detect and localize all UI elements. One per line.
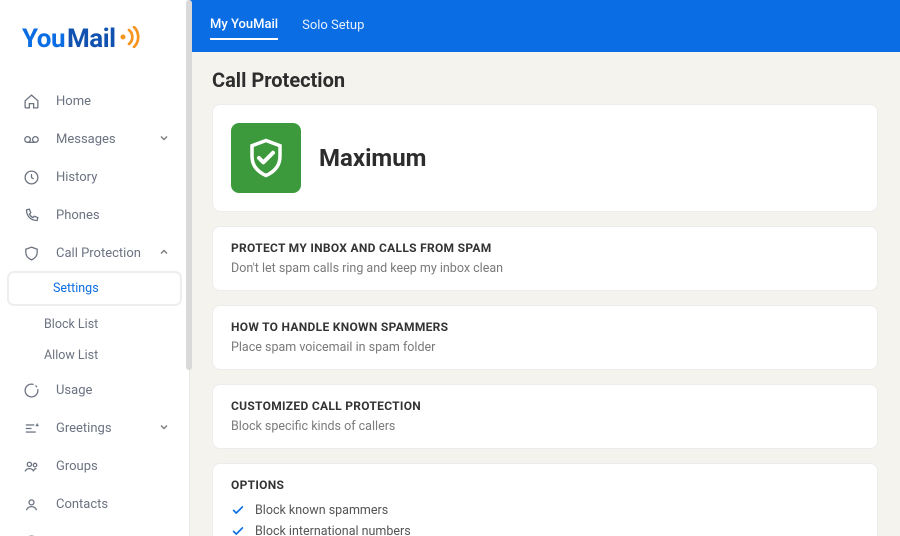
section-options: OPTIONS Block known spammers Block inter… [212, 463, 878, 536]
option-text: Block known spammers [255, 503, 388, 518]
section-subtext: Place spam voicemail in spam folder [231, 340, 859, 355]
page-title: Call Protection [212, 68, 878, 92]
check-icon [231, 503, 245, 517]
sidebar-item-messages[interactable]: Messages [0, 120, 189, 158]
sidebar: YouMail Home [0, 0, 190, 536]
option-text: Block international numbers [255, 524, 411, 536]
chevron-down-icon [159, 421, 169, 436]
tab-label: My YouMail [210, 17, 278, 32]
sub-label: Settings [53, 281, 99, 296]
sidebar-item-call-protection[interactable]: Call Protection [0, 234, 189, 272]
logo-broadcast-icon [119, 26, 145, 52]
sidebar-item-usage[interactable]: Usage [0, 371, 189, 409]
clock-icon [22, 168, 40, 186]
option-block-known-spammers: Block known spammers [231, 500, 859, 521]
sidebar-item-conferences[interactable]: Conferences [0, 523, 189, 536]
sidebar-nav: Home Messages History [0, 82, 189, 536]
section-protect-inbox[interactable]: PROTECT MY INBOX AND CALLS FROM SPAM Don… [212, 226, 878, 291]
topbar: My YouMail Solo Setup [190, 0, 900, 52]
groups-icon [22, 457, 40, 475]
sidebar-subitem-block-list[interactable]: Block List [0, 309, 189, 340]
sidebar-item-contacts[interactable]: Contacts [0, 485, 189, 523]
sidebar-item-phones[interactable]: Phones [0, 196, 189, 234]
scroll-track [186, 0, 192, 536]
section-heading: CUSTOMIZED CALL PROTECTION [231, 399, 859, 413]
section-subtext: Block specific kinds of callers [231, 419, 859, 434]
sidebar-item-label: Contacts [56, 497, 108, 512]
contact-icon [22, 495, 40, 513]
check-icon [231, 524, 245, 536]
sidebar-subitem-settings[interactable]: Settings [8, 272, 181, 305]
section-custom-protection[interactable]: CUSTOMIZED CALL PROTECTION Block specifi… [212, 384, 878, 449]
section-heading: HOW TO HANDLE KNOWN SPAMMERS [231, 320, 859, 334]
voicemail-icon [22, 130, 40, 148]
shield-icon [22, 244, 40, 262]
chevron-up-icon [159, 246, 169, 261]
main-column: My YouMail Solo Setup Call Protection Ma… [190, 0, 900, 536]
home-icon [22, 92, 40, 110]
sidebar-item-greetings[interactable]: Greetings [0, 409, 189, 447]
sidebar-item-label: Call Protection [56, 246, 141, 261]
section-heading: PROTECT MY INBOX AND CALLS FROM SPAM [231, 241, 859, 255]
sidebar-item-home[interactable]: Home [0, 82, 189, 120]
section-known-spammers[interactable]: HOW TO HANDLE KNOWN SPAMMERS Place spam … [212, 305, 878, 370]
shield-check-icon [231, 123, 301, 193]
logo-you: You [22, 24, 65, 54]
tab-my-youmail[interactable]: My YouMail [210, 11, 278, 40]
sidebar-item-label: Home [56, 94, 91, 109]
tab-label: Solo Setup [302, 18, 364, 33]
sidebar-item-label: Groups [56, 459, 98, 474]
logo[interactable]: YouMail [0, 0, 189, 82]
sub-label: Allow List [44, 348, 98, 363]
scroll-thumb[interactable] [186, 0, 192, 370]
sidebar-item-label: Greetings [56, 421, 112, 436]
sub-label: Block List [44, 317, 98, 332]
sidebar-item-groups[interactable]: Groups [0, 447, 189, 485]
section-heading: OPTIONS [231, 478, 859, 492]
tab-solo-setup[interactable]: Solo Setup [302, 12, 364, 39]
content: Call Protection Maximum PROTECT MY INBOX… [190, 52, 900, 536]
sidebar-item-label: Messages [56, 132, 116, 147]
usage-icon [22, 381, 40, 399]
sidebar-subitem-allow-list[interactable]: Allow List [0, 340, 189, 371]
sidebar-item-label: Usage [56, 383, 92, 398]
chevron-down-icon [159, 132, 169, 147]
sidebar-item-label: History [56, 170, 97, 185]
phone-icon [22, 206, 40, 224]
option-block-international: Block international numbers [231, 521, 859, 536]
sidebar-item-history[interactable]: History [0, 158, 189, 196]
greetings-icon [22, 419, 40, 437]
section-subtext: Don't let spam calls ring and keep my in… [231, 261, 859, 276]
protection-level-name: Maximum [319, 144, 426, 172]
logo-mail: Mail [67, 24, 115, 54]
sidebar-item-label: Phones [56, 208, 100, 223]
protection-level-card[interactable]: Maximum [212, 104, 878, 212]
